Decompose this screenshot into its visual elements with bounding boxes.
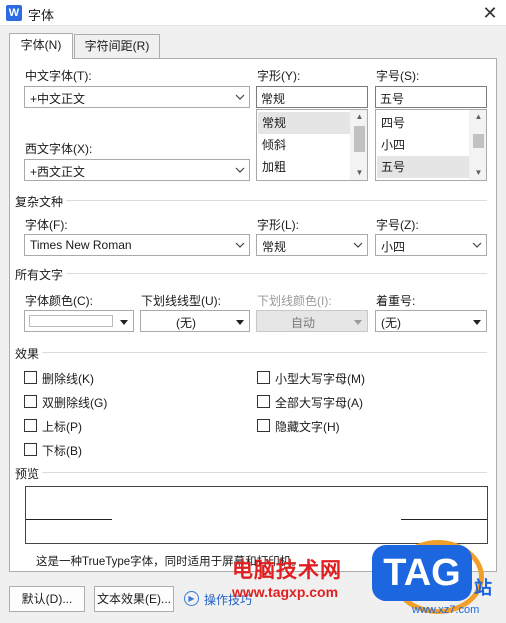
section-divider xyxy=(66,273,487,274)
chevron-down-icon xyxy=(353,242,363,248)
size-option[interactable]: 小四 xyxy=(377,134,469,156)
all-caps-checkbox[interactable] xyxy=(257,395,270,408)
style-option[interactable]: 倾斜 xyxy=(258,134,350,156)
small-caps-label: 小型大写字母(M) xyxy=(275,372,365,386)
title-bar xyxy=(0,0,506,26)
double-strikethrough-label: 双删除线(G) xyxy=(42,396,108,410)
size-scrollbar[interactable]: ▲ ▼ xyxy=(469,110,486,180)
size-input-value: 五号 xyxy=(380,92,405,106)
style-scrollbar[interactable]: ▲ ▼ xyxy=(350,110,367,180)
subscript-checkbox[interactable] xyxy=(24,443,37,456)
complex-size-label: 字号(Z): xyxy=(376,218,419,232)
style-option[interactable]: 常规 xyxy=(258,112,350,134)
double-strikethrough-checkbox[interactable] xyxy=(24,395,37,408)
complex-font-label: 字体(F): xyxy=(25,218,68,232)
complex-style-select[interactable]: 常规 xyxy=(256,234,368,256)
watermark-url: www.tagxp.com xyxy=(232,584,339,600)
underline-color-value: 自动 xyxy=(290,316,315,330)
superscript-label: 上标(P) xyxy=(42,420,82,434)
play-icon: ▶ xyxy=(184,591,199,606)
emphasis-label: 着重号: xyxy=(376,294,416,308)
underline-color-label: 下划线颜色(I): xyxy=(257,294,332,308)
size-listbox[interactable]: 四号 小四 五号 ▲ ▼ xyxy=(375,109,487,181)
scroll-down-icon[interactable]: ▼ xyxy=(470,166,487,180)
scroll-thumb[interactable] xyxy=(473,134,484,148)
style-input-value: 常规 xyxy=(261,92,286,106)
tab-font[interactable]: 字体(N) xyxy=(9,33,73,59)
strikethrough-label: 删除线(K) xyxy=(42,372,94,386)
caret-down-icon xyxy=(473,320,481,325)
strikethrough-checkbox[interactable] xyxy=(24,371,37,384)
watermark-site-name: 电脑技术网 xyxy=(232,559,342,582)
hidden-text-label: 隐藏文字(H) xyxy=(275,420,340,434)
complex-style-label: 字形(L): xyxy=(257,218,300,232)
effects-section-title: 效果 xyxy=(15,347,40,361)
watermark-url-secondary: www.xz7.com xyxy=(412,604,480,616)
default-button[interactable]: 默认(D)... xyxy=(9,586,85,612)
chevron-down-icon xyxy=(235,167,245,173)
style-input[interactable]: 常规 xyxy=(256,86,368,108)
scroll-thumb[interactable] xyxy=(354,126,365,152)
hidden-text-checkbox[interactable] xyxy=(257,419,270,432)
preview-box xyxy=(25,486,488,544)
caret-down-icon xyxy=(236,320,244,325)
size-label: 字号(S): xyxy=(376,69,420,83)
size-input[interactable]: 五号 xyxy=(375,86,487,108)
watermark-zhan: 站 xyxy=(474,578,492,598)
chinese-font-value: +中文正文 xyxy=(30,92,86,106)
all-caps-label: 全部大写字母(A) xyxy=(275,396,363,410)
font-color-select[interactable] xyxy=(24,310,134,332)
all-text-section-title: 所有文字 xyxy=(15,268,64,282)
chevron-down-icon xyxy=(235,94,245,100)
style-option[interactable]: 加粗 xyxy=(258,156,350,178)
chevron-down-icon xyxy=(235,242,245,248)
scroll-up-icon[interactable]: ▲ xyxy=(351,110,368,124)
underline-style-select[interactable]: (无) xyxy=(140,310,250,332)
section-divider xyxy=(66,200,487,201)
caret-down-icon xyxy=(354,320,362,325)
section-divider xyxy=(42,472,487,473)
western-font-label: 西文字体(X): xyxy=(25,142,93,156)
emphasis-value: (无) xyxy=(381,316,401,330)
font-color-label: 字体颜色(C): xyxy=(25,294,93,308)
complex-style-value: 常规 xyxy=(262,240,287,254)
style-listbox[interactable]: 常规 倾斜 加粗 ▲ ▼ xyxy=(256,109,368,181)
scroll-down-icon[interactable]: ▼ xyxy=(351,166,368,180)
underline-style-label: 下划线线型(U): xyxy=(141,294,221,308)
complex-font-select[interactable]: Times New Roman xyxy=(24,234,250,256)
underline-color-select: 自动 xyxy=(256,310,368,332)
underline-style-value: (无) xyxy=(176,316,196,330)
wps-writer-icon: W xyxy=(6,5,22,21)
small-caps-checkbox[interactable] xyxy=(257,371,270,384)
superscript-checkbox[interactable] xyxy=(24,419,37,432)
chinese-font-label: 中文字体(T): xyxy=(25,69,92,83)
watermark-tag-logo: TAG xyxy=(372,545,472,601)
section-divider xyxy=(42,352,487,353)
text-effects-button[interactable]: 文本效果(E)... xyxy=(94,586,174,612)
preview-baseline-right xyxy=(401,519,487,520)
size-option[interactable]: 五号 xyxy=(377,156,469,178)
size-option[interactable]: 四号 xyxy=(377,112,469,134)
font-color-swatch xyxy=(29,315,113,327)
subscript-label: 下标(B) xyxy=(42,444,82,458)
complex-font-value: Times New Roman xyxy=(30,238,132,252)
preview-baseline-left xyxy=(26,519,112,520)
caret-down-icon xyxy=(120,320,128,325)
complex-size-value: 小四 xyxy=(381,240,406,254)
preview-section-title: 预览 xyxy=(15,467,40,481)
chevron-down-icon xyxy=(472,242,482,248)
western-font-value: +西文正文 xyxy=(30,165,86,179)
style-label: 字形(Y): xyxy=(257,69,301,83)
scroll-up-icon[interactable]: ▲ xyxy=(470,110,487,124)
complex-script-section-title: 复杂文种 xyxy=(15,195,64,209)
tab-character-spacing[interactable]: 字符间距(R) xyxy=(74,34,160,58)
window-title: 字体 xyxy=(28,8,55,23)
close-icon[interactable]: ✕ xyxy=(478,1,502,25)
chinese-font-select[interactable]: +中文正文 xyxy=(24,86,250,108)
complex-size-select[interactable]: 小四 xyxy=(375,234,487,256)
western-font-select[interactable]: +西文正文 xyxy=(24,159,250,181)
emphasis-select[interactable]: (无) xyxy=(375,310,487,332)
